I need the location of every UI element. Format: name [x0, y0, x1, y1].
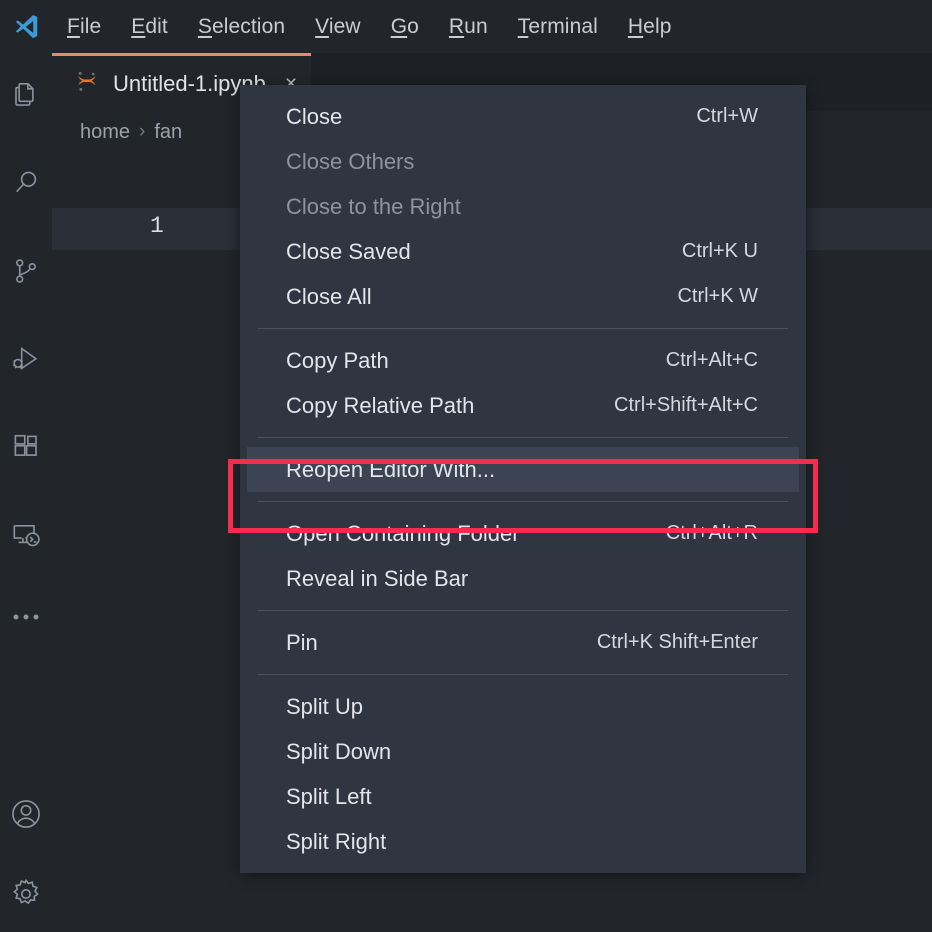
menu-separator — [258, 437, 788, 438]
menu-item-shortcut: Ctrl+K Shift+Enter — [596, 631, 758, 653]
ellipsis-icon — [11, 610, 41, 628]
menu-item-label: Pin — [286, 629, 318, 655]
menubar: File Edit Selection View Go Run Terminal… — [52, 11, 687, 43]
menu-separator — [258, 610, 788, 611]
notebook-line-number: 1 — [150, 213, 164, 239]
account-icon — [9, 797, 43, 836]
menu-item-label: Split Up — [286, 693, 364, 719]
menu-item-label: Close — [286, 103, 343, 129]
sidebar-item-run-and-debug[interactable] — [0, 317, 52, 405]
files-icon — [11, 80, 41, 115]
context-menu-item-pin[interactable]: Pin Ctrl+K Shift+Enter — [240, 620, 806, 665]
menu-selection[interactable]: Selection — [183, 11, 300, 43]
menu-file[interactable]: File — [52, 11, 116, 43]
context-menu-item-reveal-in-side-bar[interactable]: Reveal in Side Bar — [240, 556, 806, 601]
sidebar-item-manage-settings[interactable] — [0, 860, 52, 932]
menu-go[interactable]: Go — [376, 11, 434, 43]
menu-item-shortcut: Ctrl+Shift+Alt+C — [614, 394, 758, 416]
menu-separator — [258, 501, 788, 502]
sidebar-item-extensions[interactable] — [0, 405, 52, 493]
sidebar-item-explorer[interactable] — [0, 53, 52, 141]
jupyter-notebook-icon — [74, 68, 100, 99]
editor-tab-context-menu: Close Ctrl+W Close Others Close to the R… — [240, 85, 806, 873]
remote-explorer-icon — [10, 519, 42, 556]
context-menu-item-split-left[interactable]: Split Left — [240, 774, 806, 819]
menu-item-label: Close All — [286, 283, 372, 309]
menu-item-shortcut: Ctrl+Alt+R — [665, 522, 758, 544]
context-menu-item-split-up[interactable]: Split Up — [240, 684, 806, 729]
extensions-icon — [11, 432, 41, 467]
menu-item-shortcut: Ctrl+K W — [677, 285, 758, 307]
menu-run[interactable]: Run — [434, 11, 503, 43]
menu-item-label: Open Containing Folder — [286, 520, 520, 546]
menu-separator — [258, 328, 788, 329]
menu-separator — [258, 674, 788, 675]
menu-terminal[interactable]: Terminal — [503, 11, 613, 43]
vscode-logo-icon — [0, 0, 52, 53]
menu-edit[interactable]: Edit — [116, 11, 183, 43]
menu-item-label: Copy Path — [286, 347, 389, 373]
vscode-window: File Edit Selection View Go Run Terminal… — [0, 0, 932, 932]
menu-item-shortcut: Ctrl+W — [696, 105, 758, 127]
context-menu-item-close-to-the-right: Close to the Right — [240, 184, 806, 229]
menu-item-label: Close to the Right — [286, 193, 461, 219]
context-menu-item-reopen-editor-with[interactable]: Reopen Editor With... — [247, 447, 799, 492]
breadcrumb-item-fan[interactable]: fan — [154, 121, 182, 144]
menu-item-label: Close Others — [286, 148, 415, 174]
activity-bar — [0, 53, 52, 932]
menu-item-shortcut: Ctrl+K U — [681, 240, 758, 262]
menu-help[interactable]: Help — [613, 11, 687, 43]
menu-item-label: Split Left — [286, 783, 372, 809]
sidebar-item-remote-explorer[interactable] — [0, 493, 52, 581]
sidebar-item-search[interactable] — [0, 141, 52, 229]
chevron-right-icon: › — [139, 121, 146, 142]
context-menu-item-split-down[interactable]: Split Down — [240, 729, 806, 774]
menu-item-shortcut: Ctrl+Alt+C — [665, 349, 758, 371]
context-menu-item-close-saved[interactable]: Close Saved Ctrl+K U — [240, 229, 806, 274]
context-menu-item-close[interactable]: Close Ctrl+W — [240, 94, 806, 139]
menu-item-label: Copy Relative Path — [286, 392, 475, 418]
context-menu-item-copy-path[interactable]: Copy Path Ctrl+Alt+C — [240, 338, 806, 383]
sidebar-item-source-control[interactable] — [0, 229, 52, 317]
gear-icon — [9, 877, 43, 916]
menu-item-label: Reopen Editor With... — [286, 456, 496, 482]
menu-view[interactable]: View — [300, 11, 376, 43]
sidebar-item-accounts[interactable] — [0, 772, 52, 860]
sidebar-item-additional-views[interactable] — [0, 581, 52, 657]
context-menu-item-copy-relative-path[interactable]: Copy Relative Path Ctrl+Shift+Alt+C — [240, 383, 806, 428]
menu-item-label: Close Saved — [286, 238, 411, 264]
search-icon — [11, 168, 41, 203]
titlebar: File Edit Selection View Go Run Terminal… — [0, 0, 932, 53]
context-menu-item-close-others: Close Others — [240, 139, 806, 184]
menu-item-label: Split Down — [286, 738, 392, 764]
context-menu-item-open-containing-folder[interactable]: Open Containing Folder Ctrl+Alt+R — [240, 511, 806, 556]
menu-item-label: Split Right — [286, 828, 387, 854]
context-menu-item-split-right[interactable]: Split Right — [240, 819, 806, 864]
run-debug-icon — [10, 343, 42, 380]
source-control-icon — [11, 256, 41, 291]
context-menu-item-close-all[interactable]: Close All Ctrl+K W — [240, 274, 806, 319]
menu-item-label: Reveal in Side Bar — [286, 565, 469, 591]
breadcrumb-item-home[interactable]: home — [80, 121, 130, 144]
